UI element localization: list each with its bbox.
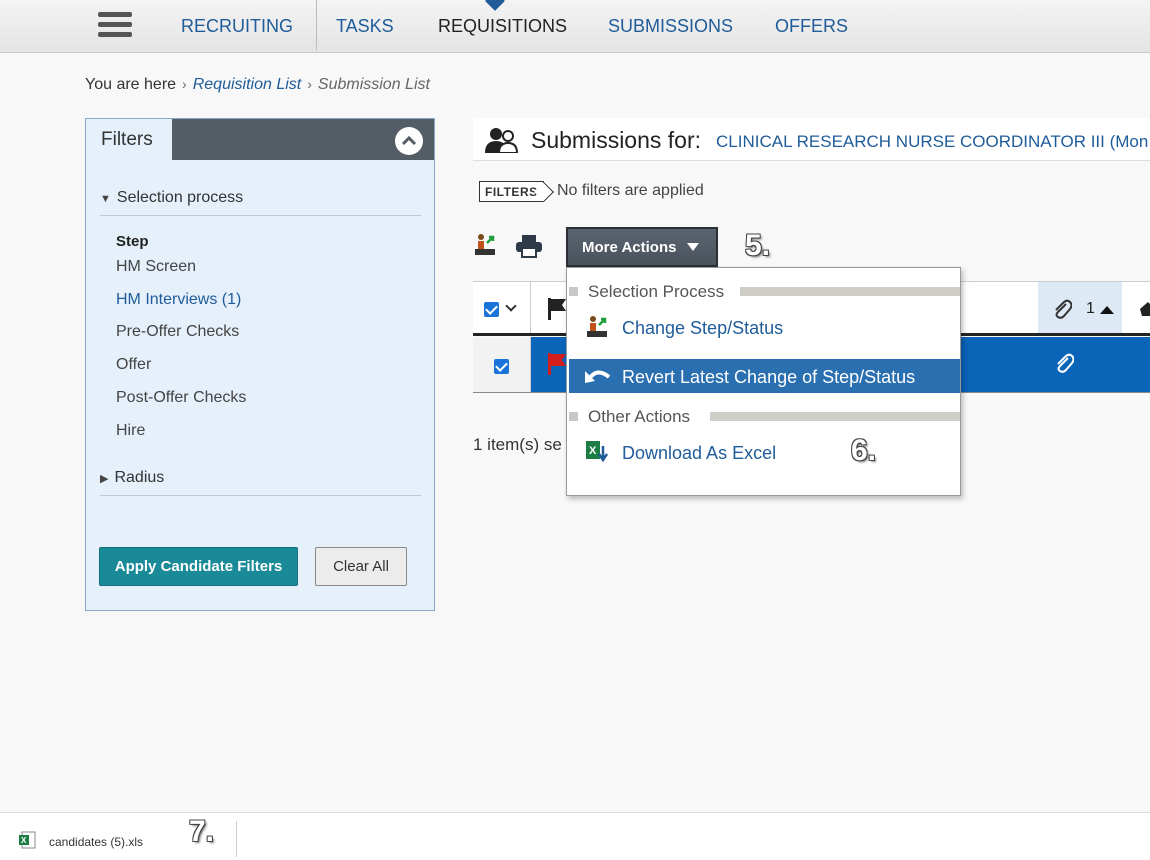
breadcrumb: You are here › Requisition List › Submission… xyxy=(85,76,430,94)
menu-item-download-excel[interactable]: X Download As Excel xyxy=(569,435,960,469)
caret-down-icon: ▼ xyxy=(100,193,111,205)
filters-title: Filters xyxy=(86,119,172,160)
annotation-step-5: 5. xyxy=(745,229,771,262)
submissions-header: Submissions for: CLINICAL RESEARCH NURSE… xyxy=(473,118,1150,161)
active-nav-indicator xyxy=(485,0,505,11)
downloads-bar: X candidates (5).xls 7. xyxy=(0,812,1150,860)
breadcrumb-current: Submission List xyxy=(317,76,430,93)
collapse-filters-button[interactable] xyxy=(395,127,423,155)
nav-offers[interactable]: OFFERS xyxy=(775,16,848,37)
chevron-right-icon: › xyxy=(182,76,187,92)
filters-header: Filters xyxy=(86,119,434,160)
breadcrumb-prefix: You are here xyxy=(85,76,177,93)
annotation-step-6: 6. xyxy=(851,434,877,467)
paperclip-icon xyxy=(1055,299,1072,319)
select-all-cell xyxy=(473,282,531,333)
more-actions-label: More Actions xyxy=(582,238,677,256)
nav-recruiting[interactable]: RECRUITING xyxy=(181,16,293,37)
nav-requisitions[interactable]: REQUISITIONS xyxy=(438,16,567,37)
selection-process-label: Selection process xyxy=(116,189,244,206)
step-offer: Offer xyxy=(116,356,152,373)
row-select-cell xyxy=(473,337,531,392)
paperclip-icon[interactable] xyxy=(1054,352,1074,374)
undo-icon xyxy=(585,370,611,383)
menu-icon[interactable] xyxy=(98,12,132,38)
menu-item-label: Change Step/Status xyxy=(622,318,784,338)
excel-file-icon: X xyxy=(19,831,36,849)
home-icon[interactable] xyxy=(1140,302,1150,316)
selected-count: 1 item(s) se xyxy=(473,435,562,454)
requisition-title-link[interactable]: CLINICAL RESEARCH NURSE COORDINATOR III … xyxy=(716,132,1148,152)
sort-order-number: 1 xyxy=(1086,300,1095,317)
chevron-right-icon: › xyxy=(307,76,312,92)
radius-label: Radius xyxy=(114,469,165,486)
caret-right-icon: ▶ xyxy=(100,473,109,485)
change-step-icon xyxy=(587,316,607,337)
menu-group-label: Other Actions xyxy=(588,407,701,427)
nav-tasks[interactable]: TASKS xyxy=(336,16,394,37)
apply-candidate-filters-button[interactable]: Apply Candidate Filters xyxy=(99,547,298,586)
step-hm-screen: HM Screen xyxy=(116,258,197,275)
nav-divider xyxy=(316,0,317,50)
menu-item-revert-latest-change[interactable]: Revert Latest Change of Step/Status xyxy=(569,359,960,393)
page-title: Submissions for: xyxy=(531,127,702,153)
step-hire: Hire xyxy=(116,422,146,439)
downloaded-file[interactable]: X xyxy=(18,831,36,854)
filters-tag[interactable]: FILTERS xyxy=(479,181,544,202)
change-step-icon[interactable] xyxy=(473,233,497,257)
breadcrumb-requisition-list[interactable]: Requisition List xyxy=(193,76,302,93)
nav-submissions[interactable]: SUBMISSIONS xyxy=(608,16,733,37)
no-filters-text: No filters are applied xyxy=(557,182,704,199)
menu-group-label: Selection Process xyxy=(588,282,735,302)
svg-text:X: X xyxy=(21,836,27,845)
chevron-down-icon[interactable] xyxy=(505,300,517,312)
annotation-step-7: 7. xyxy=(189,815,215,848)
more-actions-menu: Selection Process Change Step/Status Rev… xyxy=(566,267,961,496)
caret-down-icon xyxy=(687,243,699,251)
menu-group-selection-process: Selection Process xyxy=(567,282,960,302)
sort-ascending-icon[interactable] xyxy=(1100,306,1114,314)
print-icon[interactable] xyxy=(515,234,543,258)
step-post-offer-checks: Post-Offer Checks xyxy=(116,389,247,406)
menu-item-label: Revert Latest Change of Step/Status xyxy=(622,367,916,387)
divider xyxy=(236,821,237,857)
radius-toggle[interactable]: ▶ Radius xyxy=(100,469,421,496)
menu-group-other-actions: Other Actions xyxy=(567,407,960,427)
menu-item-change-step-status[interactable]: Change Step/Status xyxy=(569,310,960,344)
chevron-up-icon xyxy=(401,135,417,146)
people-icon xyxy=(485,128,519,153)
top-nav: RECRUITING TASKS REQUISITIONS SUBMISSION… xyxy=(0,0,1150,53)
row-checkbox[interactable] xyxy=(494,359,509,374)
step-hm-interviews[interactable]: HM Interviews (1) xyxy=(116,291,241,309)
filters-panel: Filters ▼ Selection process Step HM Scree… xyxy=(85,118,435,611)
selection-process-toggle[interactable]: ▼ Selection process xyxy=(100,189,421,216)
select-all-checkbox[interactable] xyxy=(484,302,499,317)
downloaded-file-name[interactable]: candidates (5).xls xyxy=(49,835,143,849)
step-heading: Step xyxy=(116,233,149,250)
excel-download-icon: X xyxy=(586,441,609,463)
clear-all-button[interactable]: Clear All xyxy=(315,547,407,586)
step-pre-offer-checks: Pre-Offer Checks xyxy=(116,323,240,340)
more-actions-button[interactable]: More Actions xyxy=(566,227,718,267)
menu-item-label: Download As Excel xyxy=(622,443,777,463)
svg-text:X: X xyxy=(589,445,597,457)
